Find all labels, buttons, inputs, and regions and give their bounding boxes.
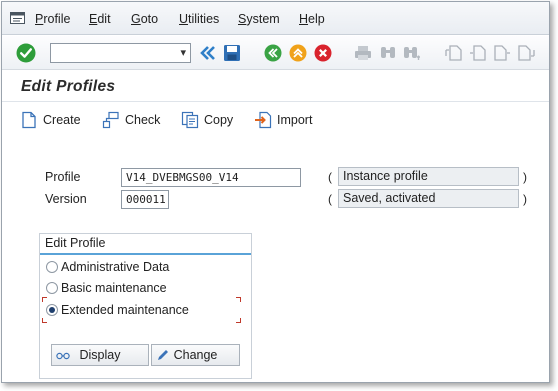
version-status-open-paren: ( <box>328 192 332 206</box>
standard-toolbar: ▾ <box>2 36 549 70</box>
copy-button[interactable]: Copy <box>181 110 233 130</box>
radio-administrative-data-label: Administrative Data <box>61 260 170 274</box>
previous-page-icon[interactable] <box>469 44 487 62</box>
import-button[interactable]: Import <box>254 110 312 130</box>
radio-basic-maintenance[interactable]: Basic maintenance <box>46 281 167 295</box>
copy-icon <box>181 111 199 129</box>
edit-profile-group: Edit Profile Administrative Data Basic m… <box>39 233 252 379</box>
profile-type-close-paren: ) <box>523 170 527 184</box>
change-button[interactable]: Change <box>151 344 240 366</box>
version-status-display: Saved, activated <box>338 189 519 208</box>
radio-basic-maintenance-label: Basic maintenance <box>61 281 167 295</box>
version-label: Version <box>45 192 87 206</box>
enter-check-icon[interactable] <box>16 43 36 63</box>
display-button-label: Display <box>79 348 121 362</box>
copy-button-label: Copy <box>204 113 234 127</box>
save-icon[interactable] <box>223 44 241 62</box>
version-status-close-paren: ) <box>523 192 527 206</box>
exit-icon[interactable] <box>289 44 307 62</box>
command-field[interactable]: ▾ <box>50 43 191 63</box>
profile-field[interactable]: V14_DVEBMGS00_V14 <box>121 168 301 187</box>
title-bar: Edit Profiles <box>2 71 549 102</box>
sap-window: Profile Edit Goto Utilities System Help … <box>1 1 550 383</box>
radio-basic-maintenance-circle[interactable] <box>46 282 58 294</box>
radio-extended-maintenance-circle[interactable] <box>46 304 58 316</box>
menu-profile-label: Profile <box>35 12 71 26</box>
find-icon[interactable] <box>379 44 397 62</box>
check-hierarchy-icon <box>102 111 119 129</box>
menu-help-label: Help <box>299 12 325 26</box>
menu-edit[interactable]: Edit <box>89 12 111 26</box>
radio-administrative-data[interactable]: Administrative Data <box>46 260 169 274</box>
create-document-icon <box>22 111 36 129</box>
system-menu-icon[interactable] <box>10 12 25 24</box>
menu-help[interactable]: Help <box>299 12 325 26</box>
radio-extended-maintenance[interactable]: Extended maintenance <box>46 303 189 317</box>
page-title: Edit Profiles <box>21 78 116 95</box>
next-page-icon[interactable] <box>493 44 511 62</box>
change-button-label: Change <box>173 348 218 362</box>
profile-label: Profile <box>45 170 81 184</box>
profile-type-open-paren: ( <box>328 170 332 184</box>
cancel-icon[interactable] <box>314 44 332 62</box>
focus-corner-bottom-right <box>236 318 241 323</box>
menu-goto[interactable]: Goto <box>131 12 158 26</box>
menu-profile[interactable]: Profile <box>35 12 70 26</box>
radio-extended-maintenance-label: Extended maintenance <box>61 303 189 317</box>
create-button[interactable]: Create <box>20 110 81 130</box>
create-button-label: Create <box>43 113 81 127</box>
print-icon[interactable] <box>354 44 372 62</box>
double-chevron-left-icon[interactable] <box>199 44 217 62</box>
profile-type-display: Instance profile <box>338 167 519 186</box>
import-button-label: Import <box>277 113 313 127</box>
last-page-icon[interactable] <box>517 44 535 62</box>
group-title-underline <box>40 253 251 255</box>
radio-administrative-data-circle[interactable] <box>46 261 58 273</box>
first-page-icon[interactable] <box>445 44 463 62</box>
focus-corner-top-left <box>42 297 47 302</box>
import-icon <box>255 111 272 129</box>
menu-system[interactable]: System <box>238 12 280 26</box>
menu-bar: Profile Edit Goto Utilities System Help <box>2 2 549 35</box>
application-toolbar: Create Check Copy Import <box>2 103 549 137</box>
edit-profile-group-title: Edit Profile <box>45 236 106 250</box>
display-button[interactable]: Display <box>51 344 149 366</box>
menu-system-label: System <box>238 12 280 26</box>
back-icon[interactable] <box>264 44 282 62</box>
menu-utilities[interactable]: Utilities <box>179 12 219 26</box>
menu-utilities-label: Utilities <box>179 12 220 26</box>
focus-corner-bottom-left <box>42 318 47 323</box>
check-button-label: Check <box>125 113 161 127</box>
check-button[interactable]: Check <box>102 110 160 130</box>
focus-corner-top-right <box>236 297 241 302</box>
command-dropdown-icon[interactable]: ▾ <box>180 46 186 59</box>
find-next-icon[interactable] <box>403 44 421 62</box>
menu-edit-label: Edit <box>89 12 111 26</box>
menu-goto-label: Goto <box>131 12 159 26</box>
version-field[interactable]: 000011 <box>121 190 169 209</box>
